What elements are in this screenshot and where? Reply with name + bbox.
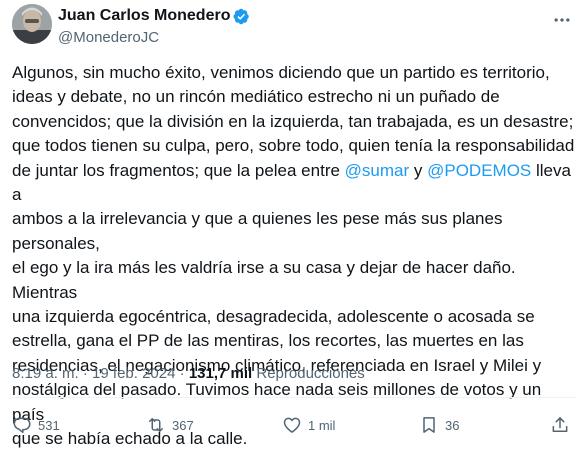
views-label: Reproducciones <box>256 365 365 382</box>
mention-link[interactable]: @PODEMOS <box>427 161 531 180</box>
heart-icon <box>283 417 301 433</box>
repost-count: 367 <box>172 417 194 433</box>
views-count: 131,7 mil <box>188 365 253 382</box>
repost-icon <box>149 418 163 432</box>
author-handle[interactable]: @MonederoJC <box>58 28 250 48</box>
display-name-text[interactable]: Juan Carlos Monedero <box>58 6 230 26</box>
author-display-name[interactable]: Juan Carlos Monedero <box>58 6 250 26</box>
tweet-header: Juan Carlos Monedero @MonederoJC <box>8 4 580 52</box>
like-count: 1 mil <box>308 417 336 433</box>
divider <box>12 397 576 398</box>
mention-link[interactable]: @sumar <box>345 161 410 180</box>
share-icon <box>552 417 568 432</box>
bookmark-button[interactable]: 36 <box>419 410 459 440</box>
like-button[interactable]: 1 mil <box>282 410 335 440</box>
verified-badge-icon <box>233 8 250 24</box>
reply-button[interactable]: 531 <box>12 410 60 440</box>
tweet-text-segment: y <box>409 160 428 180</box>
tweet-text: Algunos, sin mucho éxito, venimos dicien… <box>12 61 576 452</box>
avatar[interactable] <box>12 4 52 44</box>
tweet-time[interactable]: 8:19 a. m. <box>12 365 79 382</box>
meta-separator: · <box>78 365 93 382</box>
reply-icon <box>13 417 31 434</box>
meta-separator: · <box>175 365 189 382</box>
tweet-meta: 8:19 a. m. · 19 feb. 2024 · 131,7 mil Re… <box>12 364 572 384</box>
bookmark-icon <box>423 417 435 433</box>
reply-count: 531 <box>38 417 60 433</box>
tweet-text-segment: lleva a ambos a la irrelevancia y que a … <box>12 160 571 449</box>
tweet-date[interactable]: 19 feb. 2024 <box>92 365 175 382</box>
repost-button[interactable]: 367 <box>146 410 194 440</box>
share-button[interactable] <box>550 410 576 440</box>
avatar-image <box>12 4 52 44</box>
more-icon[interactable] <box>552 10 572 30</box>
tweet-actions: 531 367 1 mil 36 <box>12 410 576 440</box>
bookmark-count: 36 <box>445 417 460 433</box>
author-names: Juan Carlos Monedero @MonederoJC <box>58 6 250 48</box>
